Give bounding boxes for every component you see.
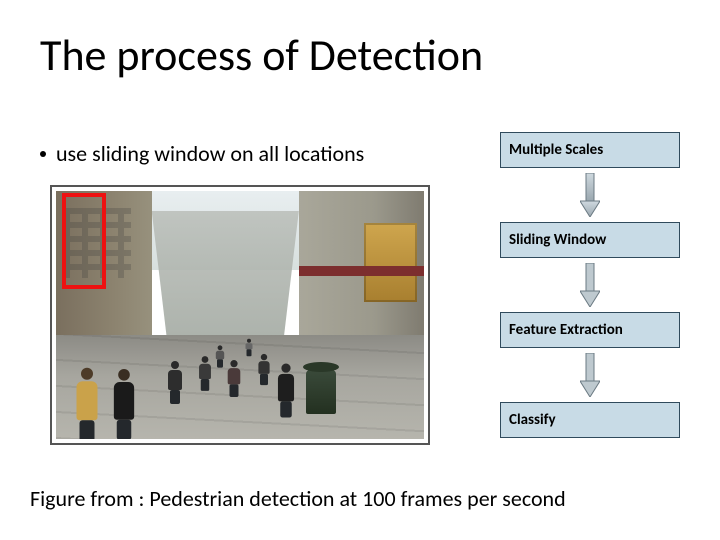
pedestrian xyxy=(197,356,212,391)
bullet-line: use sliding window on all locations xyxy=(40,140,364,167)
down-arrow-icon xyxy=(500,258,680,312)
slide: The process of Detection use sliding win… xyxy=(0,0,720,540)
bullet-icon xyxy=(40,151,46,157)
street-scene xyxy=(56,191,424,439)
bullet-text: use sliding window on all locations xyxy=(56,140,364,167)
down-arrow-icon xyxy=(500,168,680,222)
flow-diagram: Multiple Scales Sliding Window Feature E… xyxy=(500,132,680,438)
flow-step-classify: Classify xyxy=(500,402,680,438)
pedestrian xyxy=(74,368,101,439)
trash-bin xyxy=(306,370,336,414)
pedestrian xyxy=(257,354,271,385)
street-figure xyxy=(50,185,430,445)
slide-title: The process of Detection xyxy=(40,28,483,82)
pedestrian xyxy=(166,361,184,404)
pedestrian xyxy=(111,369,137,439)
pedestrian xyxy=(245,338,254,356)
down-arrow-icon xyxy=(500,348,680,402)
figure-caption: Figure from : Pedestrian detection at 10… xyxy=(30,485,566,512)
flow-step-multiple-scales: Multiple Scales xyxy=(500,132,680,168)
pedestrian xyxy=(275,364,296,418)
flow-step-sliding-window: Sliding Window xyxy=(500,222,680,258)
flow-step-feature-extraction: Feature Extraction xyxy=(500,312,680,348)
pedestrian xyxy=(214,345,225,367)
pedestrian xyxy=(226,360,242,397)
detection-box xyxy=(62,193,106,289)
